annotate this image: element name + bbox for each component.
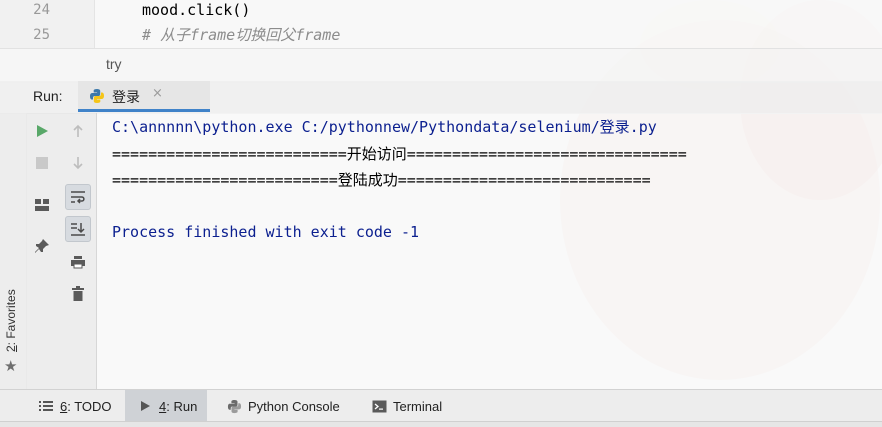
pin-icon bbox=[35, 239, 49, 253]
python-console-label: Python Console bbox=[248, 398, 340, 414]
scroll-to-end-button[interactable] bbox=[65, 216, 91, 242]
console-line-exit-status[interactable]: Process finished with exit code -1 bbox=[112, 222, 419, 242]
run-tool-window-header: Run: 登录 × bbox=[0, 81, 882, 114]
status-bar bbox=[0, 421, 882, 427]
ide-window: 24 mood.click() 25 # 从子frame切换回父frame tr… bbox=[0, 0, 882, 427]
favorites-tool-button[interactable]: 2: Favorites bbox=[4, 289, 18, 352]
breadcrumb-item[interactable]: try bbox=[106, 56, 122, 72]
rerun-button[interactable] bbox=[29, 118, 55, 144]
code-comment[interactable]: # 从子frame切换回父frame bbox=[142, 23, 340, 47]
todo-label: : TODO bbox=[67, 398, 112, 414]
pin-button[interactable] bbox=[29, 233, 55, 259]
line-number: 24 bbox=[33, 2, 50, 18]
python-console-tool-button[interactable]: Python Console bbox=[226, 390, 340, 422]
clear-all-button[interactable] bbox=[65, 281, 91, 307]
stop-button[interactable] bbox=[29, 150, 55, 176]
play-icon bbox=[137, 398, 153, 414]
stop-icon bbox=[36, 157, 48, 169]
console-line-output[interactable]: =========================登陆成功===========… bbox=[112, 170, 651, 190]
code-line[interactable]: 25 # 从子frame切换回父frame bbox=[0, 23, 882, 47]
arrow-up-icon bbox=[73, 124, 83, 137]
favorites-label: : Favorites bbox=[4, 289, 18, 346]
layout-icon bbox=[35, 199, 49, 211]
star-icon: ★ bbox=[4, 357, 18, 375]
terminal-icon bbox=[371, 398, 387, 414]
arrow-down-icon bbox=[73, 157, 83, 170]
soft-wrap-button[interactable] bbox=[65, 184, 91, 210]
code-line[interactable]: 24 mood.click() bbox=[0, 0, 882, 22]
code-text[interactable]: mood.click() bbox=[142, 0, 250, 22]
run-toolbar-primary bbox=[26, 113, 60, 389]
run-label: Run: bbox=[33, 88, 63, 104]
line-number: 25 bbox=[33, 27, 50, 43]
bottom-tool-bar: 6: TODO 4: Run Python Console Terminal bbox=[0, 389, 882, 422]
scroll-up-button[interactable] bbox=[65, 118, 91, 144]
run-tab-login[interactable]: 登录 × bbox=[78, 81, 210, 112]
console-output[interactable]: C:\annnnn\python.exe C:/pythonnew/Python… bbox=[97, 113, 882, 389]
console-line-output[interactable]: ==========================开始访问==========… bbox=[112, 144, 687, 164]
console-line-command[interactable]: C:\annnnn\python.exe C:/pythonnew/Python… bbox=[112, 117, 657, 137]
breadcrumb: try bbox=[0, 48, 882, 83]
terminal-label: Terminal bbox=[393, 398, 443, 414]
play-icon bbox=[37, 125, 48, 137]
run-number: 4 bbox=[159, 398, 167, 414]
favorites-number: 2 bbox=[4, 345, 18, 352]
run-label: : Run bbox=[166, 398, 198, 414]
code-editor[interactable]: 24 mood.click() 25 # 从子frame切换回父frame bbox=[0, 0, 882, 48]
print-icon bbox=[71, 256, 85, 269]
soft-wrap-icon bbox=[71, 191, 85, 204]
scroll-to-end-icon bbox=[71, 223, 85, 236]
scroll-down-button[interactable] bbox=[65, 150, 91, 176]
trash-icon bbox=[72, 286, 84, 301]
terminal-tool-button[interactable]: Terminal bbox=[371, 390, 442, 422]
run-toolbar-secondary bbox=[60, 113, 97, 389]
list-icon bbox=[38, 398, 54, 414]
todo-number: 6 bbox=[60, 398, 68, 414]
close-icon[interactable]: × bbox=[152, 86, 163, 101]
run-tab-label: 登录 bbox=[112, 89, 140, 105]
print-button[interactable] bbox=[65, 249, 91, 275]
todo-tool-button[interactable]: 6: TODO bbox=[30, 390, 128, 422]
python-icon bbox=[90, 89, 104, 103]
run-tool-button[interactable]: 4: Run bbox=[125, 390, 207, 422]
layout-button[interactable] bbox=[29, 192, 55, 218]
python-icon bbox=[226, 398, 242, 414]
